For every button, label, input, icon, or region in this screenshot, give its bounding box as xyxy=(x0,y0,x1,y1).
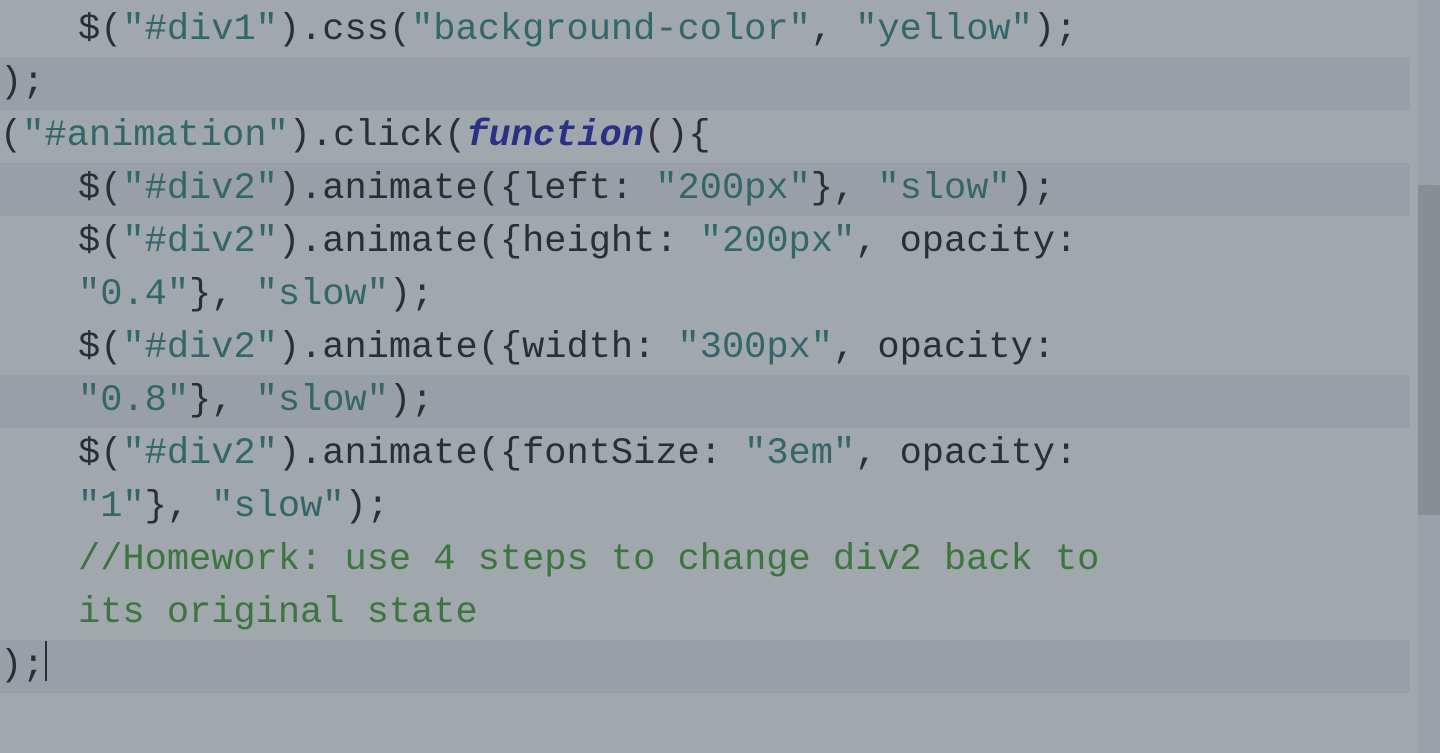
code-text: ).animate({width: xyxy=(278,327,678,369)
keyword-function: function xyxy=(466,115,644,157)
code-line: ("#animation").click(function(){ xyxy=(0,110,1410,163)
code-text: }, xyxy=(811,168,878,210)
string-literal: "200px" xyxy=(700,221,855,263)
code-text: ); xyxy=(0,62,44,104)
code-text: ).css( xyxy=(278,9,411,51)
string-literal: "0.8" xyxy=(78,380,189,422)
string-literal: "#div2" xyxy=(122,433,277,475)
scrollbar-thumb[interactable] xyxy=(1418,185,1440,515)
code-text: ); xyxy=(1033,9,1077,51)
code-text: }, xyxy=(189,274,256,316)
comment: its original state xyxy=(78,592,478,634)
code-line: "1"}, "slow"); xyxy=(0,481,1410,534)
code-text: (){ xyxy=(644,115,711,157)
code-text: ); xyxy=(1011,168,1055,210)
code-text: ); xyxy=(344,486,388,528)
string-literal: "#animation" xyxy=(22,115,288,157)
code-text: ); xyxy=(389,380,433,422)
code-text: $( xyxy=(78,221,122,263)
code-text: ).animate({fontSize: xyxy=(278,433,744,475)
code-line: $("#div1").css("background-color", "yell… xyxy=(0,4,1410,57)
string-literal: "#div2" xyxy=(122,327,277,369)
string-literal: "background-color" xyxy=(411,9,811,51)
string-literal: "#div2" xyxy=(122,168,277,210)
string-literal: "0.4" xyxy=(78,274,189,316)
text-caret xyxy=(45,641,47,681)
code-text: $( xyxy=(78,327,122,369)
code-text: ); xyxy=(0,645,44,687)
code-text: $( xyxy=(78,9,122,51)
string-literal: "3em" xyxy=(744,433,855,475)
code-text: ).animate({left: xyxy=(278,168,655,210)
code-text: ).click( xyxy=(289,115,467,157)
string-literal: "300px" xyxy=(678,327,833,369)
code-line: $("#div2").animate({width: "300px", opac… xyxy=(0,322,1410,375)
code-text: ); xyxy=(389,274,433,316)
code-line: //Homework: use 4 steps to change div2 b… xyxy=(0,534,1410,587)
string-literal: "slow" xyxy=(877,168,1010,210)
code-text: , opacity: xyxy=(833,327,1077,369)
code-line: "0.4"}, "slow"); xyxy=(0,269,1410,322)
code-line: ); xyxy=(0,640,1410,693)
string-literal: "#div2" xyxy=(122,221,277,263)
code-line: "0.8"}, "slow"); xyxy=(0,375,1410,428)
code-line: $("#div2").animate({height: "200px", opa… xyxy=(0,216,1410,269)
code-text: , opacity: xyxy=(855,221,1099,263)
code-line: $("#div2").animate({left: "200px"}, "slo… xyxy=(0,163,1410,216)
code-line: its original state xyxy=(0,587,1410,640)
code-text: $( xyxy=(78,433,122,475)
code-line: $("#div2").animate({fontSize: "3em", opa… xyxy=(0,428,1410,481)
code-text: ( xyxy=(0,115,22,157)
string-literal: "1" xyxy=(78,486,145,528)
scrollbar-track[interactable] xyxy=(1418,0,1440,753)
code-text: }, xyxy=(145,486,212,528)
comment: //Homework: use 4 steps to change div2 b… xyxy=(78,539,1122,581)
string-literal: "slow" xyxy=(256,380,389,422)
code-text: ).animate({height: xyxy=(278,221,700,263)
string-literal: "slow" xyxy=(211,486,344,528)
code-line: ); xyxy=(0,57,1410,110)
string-literal: "200px" xyxy=(655,168,810,210)
string-literal: "yellow" xyxy=(855,9,1033,51)
code-text: $( xyxy=(78,168,122,210)
string-literal: "slow" xyxy=(256,274,389,316)
code-editor[interactable]: $("#div1").css("background-color", "yell… xyxy=(0,0,1410,693)
code-text: }, xyxy=(189,380,256,422)
code-text: , opacity: xyxy=(855,433,1099,475)
code-text: , xyxy=(811,9,855,51)
string-literal: "#div1" xyxy=(122,9,277,51)
